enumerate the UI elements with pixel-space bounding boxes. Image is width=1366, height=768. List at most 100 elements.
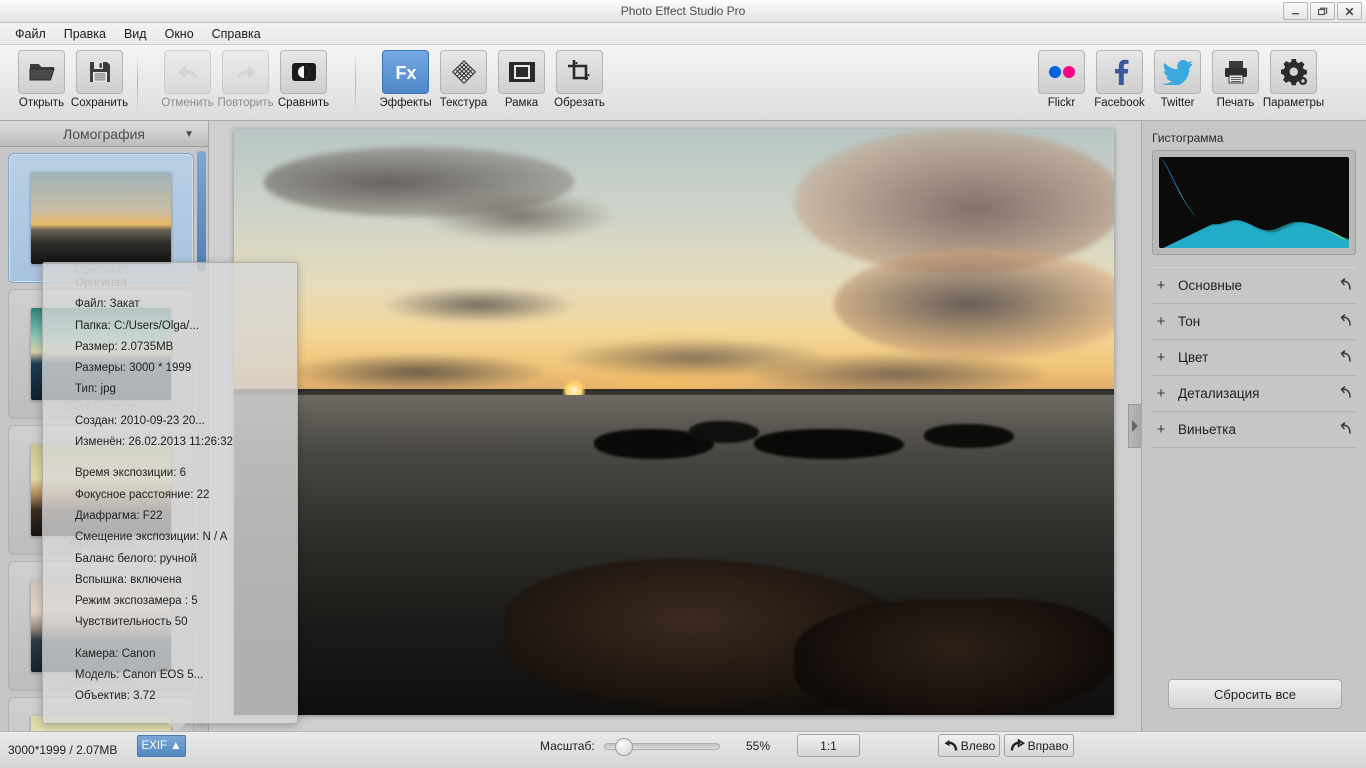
frame-button[interactable]: Рамка xyxy=(494,49,549,115)
section-tone[interactable]: + Тон xyxy=(1152,304,1356,340)
exif-row-aperture: Диафрагма: F22 xyxy=(75,509,163,522)
zoom-slider-handle[interactable] xyxy=(615,738,633,756)
rotate-right-button[interactable]: Вправо xyxy=(1004,734,1074,757)
redo-button-label: Повторить xyxy=(217,97,274,109)
facebook-button[interactable]: Facebook xyxy=(1092,49,1147,115)
toolbar-group-effects: Fx Эффекты Текстура Рамка Обрезать xyxy=(378,49,607,115)
print-button-label: Печать xyxy=(1216,97,1255,109)
preset-thumbnail xyxy=(31,172,171,264)
exif-toggle-label: EXIF xyxy=(141,740,168,752)
exif-row-file: Файл: Закат xyxy=(75,298,140,311)
preset-category-header[interactable]: Ломография ▼ xyxy=(0,121,208,147)
crop-button-label: Обрезать xyxy=(554,97,605,109)
crop-button[interactable]: Обрезать xyxy=(552,49,607,115)
zoom-one-to-one-button[interactable]: 1:1 xyxy=(797,734,860,757)
photo-cloud xyxy=(754,354,1044,394)
twitter-button[interactable]: Twitter xyxy=(1150,49,1205,115)
adjustments-panel: Гистограмма + Основные + Тон + Цвет + Де… xyxy=(1141,121,1366,731)
undo-button[interactable]: Отменить xyxy=(160,49,215,115)
reset-arrow-icon[interactable] xyxy=(1334,349,1356,367)
texture-button[interactable]: Текстура xyxy=(436,49,491,115)
facebook-button-label: Facebook xyxy=(1094,97,1145,109)
photo-rock xyxy=(754,429,904,459)
save-disk-icon xyxy=(89,62,110,82)
image-dimensions-label: 3000*1999 / 2.07MB xyxy=(8,743,118,757)
photo-cloud xyxy=(424,191,614,241)
title-bar: Photo Effect Studio Pro xyxy=(0,0,1366,23)
section-label: Детализация xyxy=(1178,386,1260,401)
photo-rock xyxy=(794,599,1114,715)
exif-row-focal-length: Фокусное расстояние: 22 xyxy=(75,488,210,501)
section-basic[interactable]: + Основные xyxy=(1152,268,1356,304)
section-vignette[interactable]: + Виньетка xyxy=(1152,412,1356,448)
plus-icon[interactable]: + xyxy=(1152,421,1170,438)
photo-preview[interactable] xyxy=(234,129,1114,715)
open-button[interactable]: Открыть xyxy=(14,49,69,115)
menu-item-file[interactable]: Файл xyxy=(6,25,55,43)
caret-up-icon: ▲ xyxy=(170,740,182,752)
reset-arrow-icon[interactable] xyxy=(1334,421,1356,439)
exif-row-exposure-time: Время экспозиции: 6 xyxy=(75,467,186,480)
exif-spacer xyxy=(75,401,297,411)
settings-button[interactable]: Параметры xyxy=(1262,49,1325,115)
flickr-button[interactable]: Flickr xyxy=(1034,49,1089,115)
toolbar-group-share: Flickr Facebook Twitter Печать Параметры xyxy=(1034,49,1325,115)
texture-diamond-icon xyxy=(451,59,476,85)
twitter-button-label: Twitter xyxy=(1160,97,1195,109)
rotate-left-icon xyxy=(944,739,957,751)
photo-cloud xyxy=(384,287,574,323)
restore-button[interactable] xyxy=(1310,2,1335,20)
compare-button[interactable]: Сравнить xyxy=(276,49,331,115)
reset-arrow-icon[interactable] xyxy=(1334,277,1356,295)
undo-button-label: Отменить xyxy=(161,97,214,109)
printer-icon xyxy=(1224,61,1247,84)
menu-item-edit[interactable]: Правка xyxy=(55,25,115,43)
flickr-icon xyxy=(1048,66,1075,78)
exif-row-modified: Изменён: 26.02.2013 11:26:32 xyxy=(75,436,233,449)
exif-row-dimensions: Размеры: 3000 * 1999 xyxy=(75,362,192,375)
reset-all-button[interactable]: Сбросить все xyxy=(1168,679,1342,709)
panel-collapse-handle[interactable] xyxy=(1128,404,1141,448)
reset-arrow-icon[interactable] xyxy=(1334,385,1356,403)
save-button-label: Сохранить xyxy=(70,97,129,109)
plus-icon[interactable]: + xyxy=(1152,349,1170,366)
rotate-left-label: Влево xyxy=(960,738,996,753)
exif-row-folder: Папка: C:/Users/Olga/... xyxy=(75,319,199,332)
reset-arrow-icon[interactable] xyxy=(1334,313,1356,331)
toolbar-separator-2 xyxy=(355,53,356,115)
section-color[interactable]: + Цвет xyxy=(1152,340,1356,376)
menu-item-window[interactable]: Окно xyxy=(156,25,203,43)
minimize-button[interactable] xyxy=(1283,2,1308,20)
exif-toggle-button[interactable]: EXIF ▲ xyxy=(137,735,186,757)
exif-row-type: Тип: jpg xyxy=(75,383,116,396)
rotate-left-button[interactable]: Влево xyxy=(938,734,1000,757)
effects-button-label: Эффекты xyxy=(379,97,432,109)
photo-rock xyxy=(924,424,1014,448)
plus-icon[interactable]: + xyxy=(1152,313,1170,330)
presets-scrollbar-thumb[interactable] xyxy=(197,151,206,271)
print-button[interactable]: Печать xyxy=(1208,49,1263,115)
section-label: Тон xyxy=(1178,314,1201,329)
menu-item-view[interactable]: Вид xyxy=(115,25,156,43)
close-icon xyxy=(1345,7,1354,15)
close-button[interactable] xyxy=(1337,2,1362,20)
exif-row-metering-mode: Режим экспозамера : 5 xyxy=(75,595,198,608)
settings-button-label: Параметры xyxy=(1262,97,1325,109)
plus-icon[interactable]: + xyxy=(1152,385,1170,402)
section-label: Цвет xyxy=(1178,350,1209,365)
chevron-down-icon[interactable]: ▼ xyxy=(184,129,194,140)
canvas-area xyxy=(208,121,1141,731)
plus-icon[interactable]: + xyxy=(1152,277,1170,294)
effects-button[interactable]: Fx Эффекты xyxy=(378,49,433,115)
frame-button-label: Рамка xyxy=(504,97,539,109)
window-title: Photo Effect Studio Pro xyxy=(620,4,746,18)
redo-button[interactable]: Повторить xyxy=(217,49,274,115)
exif-heading: Оригинал xyxy=(75,277,127,289)
zoom-slider[interactable] xyxy=(604,738,720,756)
save-button[interactable]: Сохранить xyxy=(70,49,129,115)
section-detail[interactable]: + Детализация xyxy=(1152,376,1356,412)
preset-category-title: Ломография xyxy=(63,125,145,142)
compare-button-label: Сравнить xyxy=(277,97,330,109)
histogram-box xyxy=(1152,150,1356,255)
menu-item-help[interactable]: Справка xyxy=(203,25,270,43)
